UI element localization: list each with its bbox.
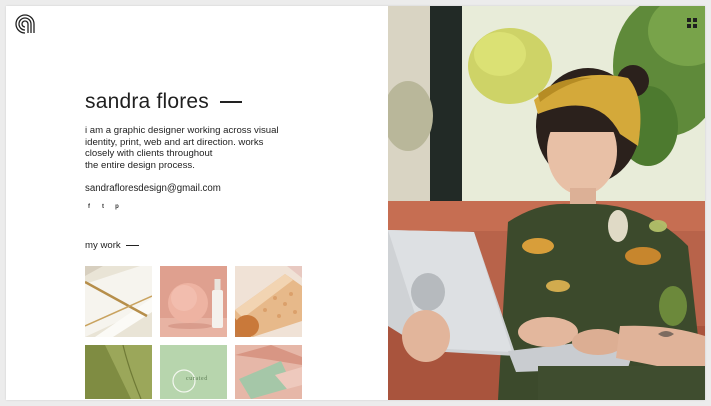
name-divider bbox=[220, 101, 242, 103]
work-thumbnail-packaging[interactable] bbox=[235, 266, 302, 337]
hero-photo bbox=[388, 6, 705, 400]
work-thumbnail-fabric[interactable] bbox=[85, 345, 152, 399]
work-thumbnail-curated[interactable]: curated bbox=[160, 345, 227, 399]
my-work-label: my work bbox=[85, 240, 121, 251]
curated-label: curated bbox=[186, 376, 208, 382]
grid-menu-icon[interactable] bbox=[687, 18, 697, 28]
bio-line: the entire design process. bbox=[85, 159, 195, 171]
profile-name: sandra flores bbox=[85, 90, 209, 113]
facebook-icon[interactable]: f bbox=[86, 204, 92, 210]
bio-line: closely with clients throughout bbox=[85, 148, 213, 159]
work-thumbnail-cards[interactable] bbox=[235, 345, 302, 399]
my-work-divider bbox=[125, 245, 139, 246]
bio-line: identity, print, web and art direction. … bbox=[85, 136, 264, 148]
email-link[interactable]: sandrafloresdesign@gmail.com bbox=[85, 183, 221, 194]
work-thumbnail-stationery[interactable] bbox=[85, 266, 152, 337]
bio-text: i am a graphic designer working across v… bbox=[85, 125, 285, 171]
work-gallery: curated bbox=[85, 266, 302, 399]
page-frame: sandra flores i am a graphic designer wo… bbox=[6, 6, 705, 400]
profile-panel: sandra flores i am a graphic designer wo… bbox=[6, 6, 388, 400]
twitter-icon[interactable]: t bbox=[100, 204, 106, 210]
bio-line: i am a graphic designer working across v… bbox=[85, 125, 279, 136]
pinterest-icon[interactable]: p bbox=[114, 204, 120, 210]
my-work-heading: my work bbox=[85, 240, 139, 251]
logo-icon[interactable] bbox=[14, 13, 36, 35]
work-thumbnail-cosmetics[interactable] bbox=[160, 266, 227, 337]
social-links: f t p bbox=[86, 204, 120, 210]
name-heading: sandra flores bbox=[85, 90, 242, 114]
